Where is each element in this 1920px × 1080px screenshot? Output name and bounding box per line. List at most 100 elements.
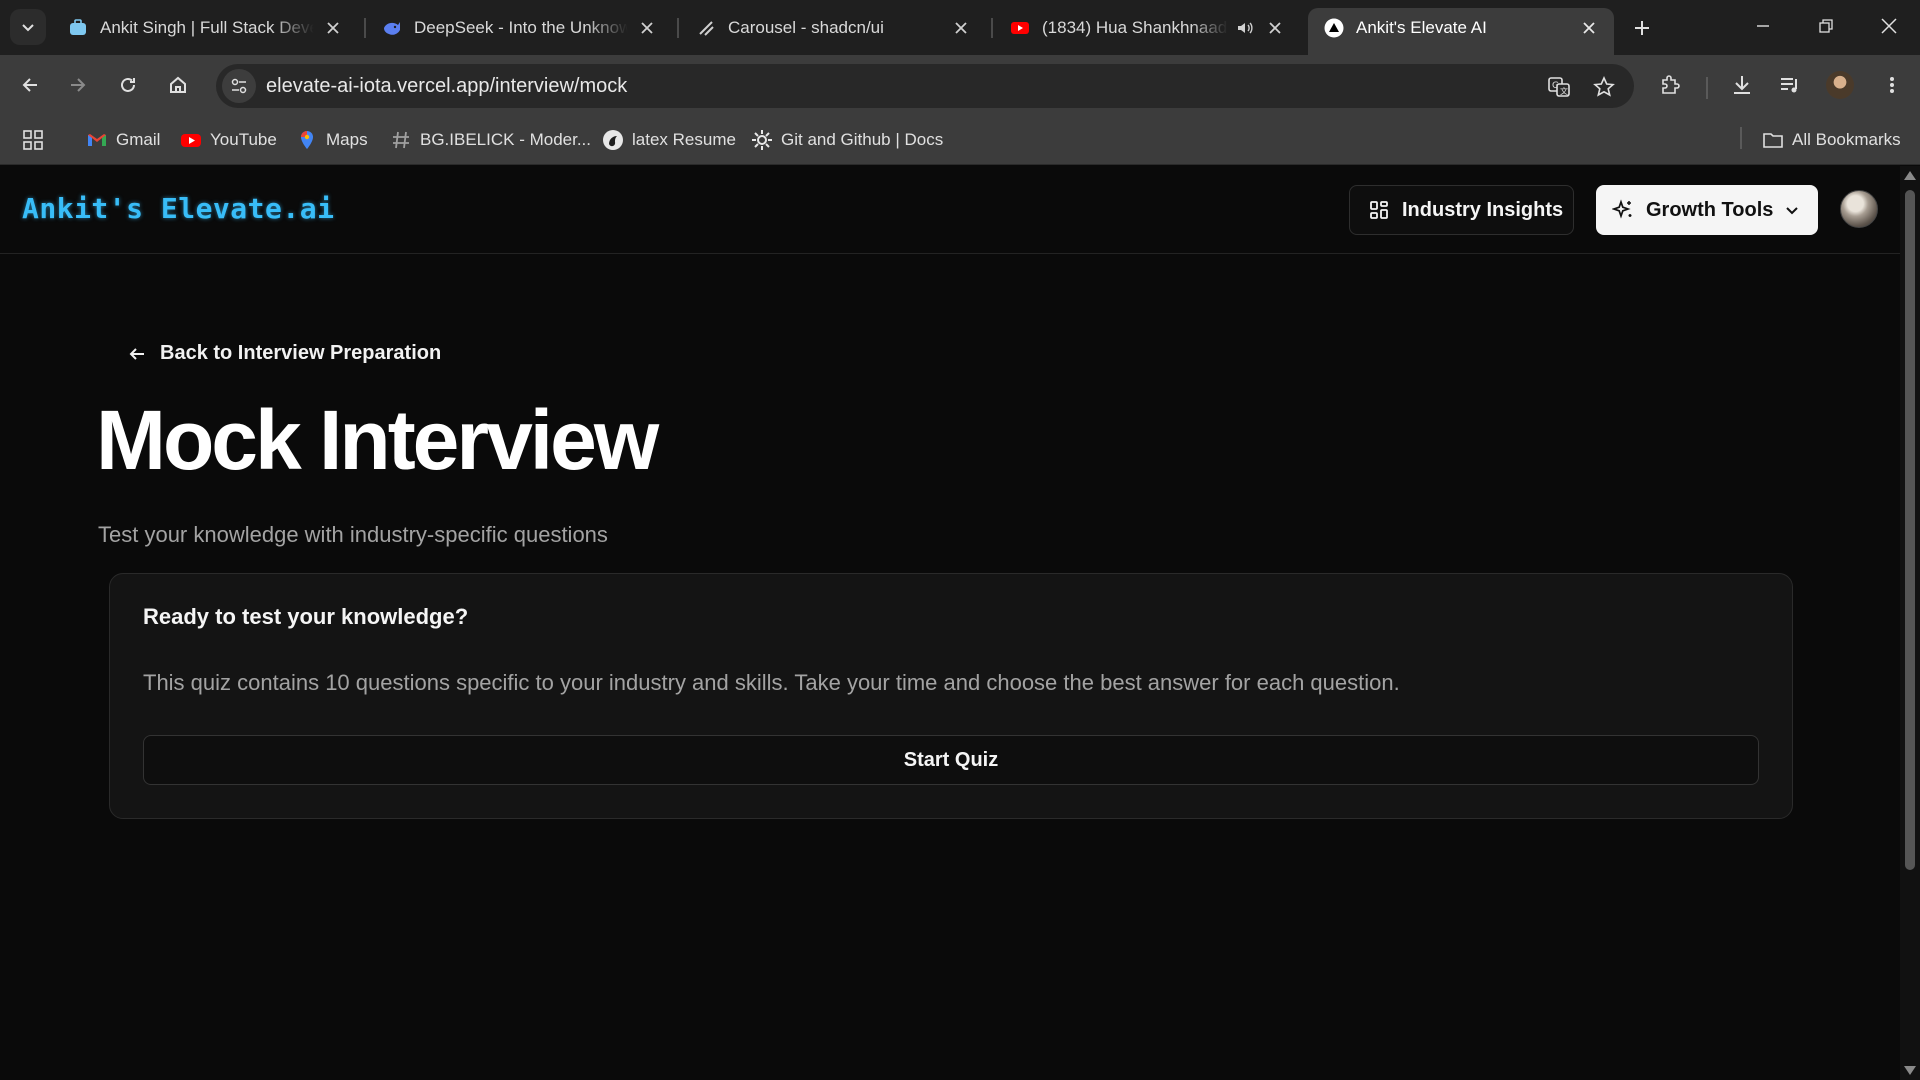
- tab-youtube[interactable]: (1834) Hua Shankhnaad (: [994, 8, 1300, 48]
- tab-strip: Ankit Singh | Full Stack Developer DeepS…: [0, 0, 1920, 55]
- user-avatar[interactable]: [1840, 190, 1878, 228]
- youtube-icon: [1010, 18, 1030, 38]
- folder-icon: [1762, 129, 1784, 151]
- media-control-icon[interactable]: [1774, 69, 1806, 101]
- tab-separator: [991, 18, 993, 38]
- arrow-left-icon: [22, 78, 37, 92]
- all-bookmarks-label: All Bookmarks: [1792, 130, 1901, 149]
- close-icon[interactable]: [1578, 17, 1600, 39]
- page-subtitle: Test your knowledge with industry-specif…: [98, 522, 608, 547]
- tab-title: Carousel - shadcn/ui: [728, 18, 884, 37]
- download-icon[interactable]: [1726, 69, 1758, 101]
- back-to-interview-link[interactable]: Back to Interview Preparation: [126, 342, 441, 365]
- toolbar-separator: [1706, 77, 1708, 99]
- tab-search-button[interactable]: [10, 9, 46, 45]
- bookmark-label: Git and Github | Docs: [781, 130, 944, 149]
- plus-icon: [1635, 21, 1649, 35]
- shadcn-slash-icon: [696, 18, 716, 38]
- close-window-button[interactable]: [1858, 0, 1920, 52]
- close-icon[interactable]: [1264, 17, 1286, 39]
- close-icon: [1881, 18, 1897, 34]
- bookmarks-separator: [1740, 127, 1742, 149]
- browser-toolbar: elevate-ai-iota.vercel.app/interview/moc…: [0, 55, 1920, 115]
- restore-icon: [1819, 19, 1833, 33]
- forward-button[interactable]: [60, 67, 96, 103]
- more-vert-icon[interactable]: [1876, 69, 1908, 101]
- scroll-thumb[interactable]: [1905, 190, 1915, 870]
- bookmark-label: Maps: [326, 130, 368, 149]
- back-link-label: Back to Interview Preparation: [160, 342, 442, 364]
- site-info-button[interactable]: [222, 69, 256, 103]
- bookmark-label: Gmail: [116, 130, 161, 149]
- chevron-down-icon: [22, 24, 34, 32]
- page-scrollbar[interactable]: [1900, 166, 1920, 1080]
- bookmark-latex-resume[interactable]: latex Resume: [602, 127, 736, 153]
- extensions-puzzle-icon[interactable]: [1655, 69, 1687, 101]
- address-bar[interactable]: elevate-ai-iota.vercel.app/interview/moc…: [216, 64, 1634, 108]
- home-button[interactable]: [160, 67, 196, 103]
- bookmark-youtube[interactable]: YouTube: [180, 127, 277, 153]
- bookmark-git-github-docs[interactable]: Git and Github | Docs: [751, 127, 943, 153]
- gear-icon: [751, 129, 773, 151]
- app-header: Ankit's Elevate.ai Industry Insights Gro…: [0, 166, 1900, 254]
- bookmark-label: latex Resume: [632, 130, 736, 149]
- growth-tools-dropdown[interactable]: Growth Tools: [1596, 185, 1818, 235]
- tab-title: Ankit Singh | Full Stack Developer: [100, 18, 314, 37]
- minimize-button[interactable]: [1732, 0, 1794, 52]
- tab-elevate-ai[interactable]: Ankit's Elevate AI: [1308, 8, 1614, 55]
- card-title: Ready to test your knowledge?: [143, 604, 469, 629]
- url-text: elevate-ai-iota.vercel.app/interview/moc…: [266, 75, 628, 97]
- bookmark-gmail[interactable]: Gmail: [86, 127, 160, 153]
- new-tab-button[interactable]: [1626, 12, 1658, 44]
- close-icon[interactable]: [636, 17, 658, 39]
- scroll-up-arrow[interactable]: [1904, 171, 1916, 180]
- tab-shadcn-carousel[interactable]: Carousel - shadcn/ui: [680, 8, 986, 48]
- close-icon[interactable]: [322, 17, 344, 39]
- card-description: This quiz contains 10 questions specific…: [143, 670, 1400, 695]
- growth-tools-label: Growth Tools: [1646, 198, 1774, 221]
- gmail-icon: [86, 129, 108, 151]
- restore-button[interactable]: [1795, 0, 1857, 52]
- apps-button[interactable]: [22, 127, 52, 153]
- apps-grid-icon: [22, 129, 44, 151]
- scroll-down-arrow[interactable]: [1904, 1066, 1916, 1075]
- svg-text:文: 文: [1560, 86, 1568, 96]
- reload-button[interactable]: [110, 67, 146, 103]
- layout-dashboard-icon: [1368, 199, 1390, 221]
- tab-deepseek[interactable]: DeepSeek - Into the Unknown: [366, 8, 672, 48]
- bookmarks-bar: Gmail YouTube Maps BG.IBELICK - Moder...…: [0, 115, 1920, 165]
- sparkles-icon: [1612, 199, 1634, 221]
- tab-title: DeepSeek - Into the Unknown: [414, 18, 628, 37]
- chevron-down-icon: [1783, 201, 1801, 219]
- tab-title: (1834) Hua Shankhnaad (: [1042, 18, 1228, 37]
- quiz-intro-card: Ready to test your knowledge? This quiz …: [109, 573, 1793, 819]
- tab-ankit-portfolio[interactable]: Ankit Singh | Full Stack Developer: [52, 8, 358, 48]
- arrow-left-icon: [126, 343, 148, 365]
- hash-icon: [390, 129, 412, 151]
- start-quiz-button[interactable]: Start Quiz: [143, 735, 1759, 785]
- vercel-triangle-icon: [1324, 18, 1344, 38]
- tab-title: Ankit's Elevate AI: [1356, 18, 1487, 37]
- bookmark-star-icon[interactable]: [1591, 74, 1617, 100]
- translate-icon[interactable]: G文: [1546, 74, 1572, 100]
- minimize-icon: [1757, 25, 1769, 27]
- tune-icon: [231, 78, 247, 94]
- home-icon: [170, 76, 186, 93]
- deepseek-whale-icon: [382, 18, 402, 38]
- overleaf-icon: [602, 129, 624, 151]
- close-icon[interactable]: [950, 17, 972, 39]
- bookmark-label: YouTube: [210, 130, 277, 149]
- youtube-icon: [180, 129, 202, 151]
- speaker-icon[interactable]: [1234, 17, 1256, 39]
- brand-logo[interactable]: Ankit's Elevate.ai: [22, 192, 334, 225]
- arrow-right-icon: [71, 78, 86, 92]
- all-bookmarks-button[interactable]: All Bookmarks: [1762, 127, 1901, 153]
- maps-pin-icon: [296, 129, 318, 151]
- bookmark-maps[interactable]: Maps: [296, 127, 368, 153]
- bookmark-bg-ibelick[interactable]: BG.IBELICK - Moder...: [390, 127, 591, 153]
- industry-insights-button[interactable]: Industry Insights: [1349, 185, 1574, 235]
- briefcase-icon: [68, 18, 88, 38]
- back-button[interactable]: [12, 67, 48, 103]
- tab-separator: [677, 18, 679, 38]
- profile-avatar[interactable]: [1826, 71, 1854, 99]
